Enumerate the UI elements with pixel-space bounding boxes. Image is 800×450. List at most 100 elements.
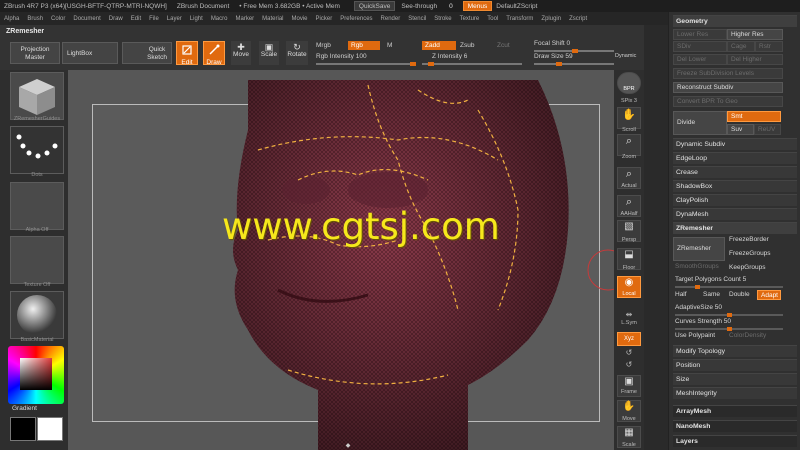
divide-button[interactable]: Divide bbox=[673, 111, 727, 135]
target-polygons-slider[interactable] bbox=[675, 285, 783, 289]
menu-texture[interactable]: Texture bbox=[456, 16, 484, 22]
menus-button[interactable]: Menus bbox=[462, 1, 493, 11]
adaptive-size-label[interactable]: AdaptiveSize 50 bbox=[675, 304, 722, 311]
higher-res-button[interactable]: Higher Res bbox=[727, 29, 783, 40]
position-section[interactable]: Position bbox=[673, 359, 797, 371]
adapt-toggle[interactable]: Adapt bbox=[757, 290, 781, 300]
rgb-intensity-slider[interactable] bbox=[316, 62, 416, 66]
zsub-toggle[interactable]: Zsub bbox=[460, 42, 474, 49]
bottom-scroll-indicator[interactable]: ◆ bbox=[338, 442, 358, 449]
modify-topology-section[interactable]: Modify Topology bbox=[673, 345, 797, 357]
dynamic-subdiv-section[interactable]: Dynamic Subdiv bbox=[673, 138, 797, 150]
edgeloop-section[interactable]: EdgeLoop bbox=[673, 152, 797, 164]
see-through-value[interactable]: 0 bbox=[449, 3, 453, 10]
xyz-button[interactable]: Xyz bbox=[617, 332, 641, 346]
head-model[interactable] bbox=[68, 70, 614, 450]
rgb-intensity-slider-label[interactable]: Rgb Intensity 100 bbox=[316, 53, 367, 60]
menu-brush[interactable]: Brush bbox=[23, 16, 47, 22]
draw-button[interactable]: Draw bbox=[203, 41, 225, 66]
texture-selector[interactable] bbox=[10, 236, 64, 284]
z-intensity-slider-label[interactable]: Z Intensity 6 bbox=[432, 53, 467, 60]
material-selector[interactable] bbox=[10, 291, 64, 339]
projection-master-button[interactable]: Projection Master bbox=[10, 42, 60, 64]
alpha-selector[interactable] bbox=[10, 182, 64, 230]
curves-strength-knob[interactable] bbox=[727, 327, 732, 331]
brush-selector[interactable] bbox=[10, 72, 64, 120]
secondary-color-swatch[interactable] bbox=[10, 417, 36, 441]
lower-res-button[interactable]: Lower Res bbox=[673, 29, 727, 40]
move-button[interactable]: ✚ Move bbox=[231, 41, 251, 65]
focal-shift-slider[interactable] bbox=[534, 49, 614, 53]
stroke-selector[interactable] bbox=[10, 126, 64, 174]
quicksave-button[interactable]: QuickSave bbox=[353, 1, 396, 11]
curves-strength-label[interactable]: Curves Strength 50 bbox=[675, 318, 731, 325]
curves-strength-slider[interactable] bbox=[675, 327, 783, 331]
spix-label[interactable]: SPix 3 bbox=[614, 98, 644, 104]
color-density-slider[interactable]: ColorDensity bbox=[729, 332, 766, 339]
menu-render[interactable]: Render bbox=[377, 16, 405, 22]
menu-movie[interactable]: Movie bbox=[288, 16, 312, 22]
menu-file[interactable]: File bbox=[145, 16, 163, 22]
cage-button[interactable]: Cage bbox=[727, 41, 755, 52]
sdiv-slider[interactable]: SDiv bbox=[673, 41, 727, 52]
menu-light[interactable]: Light bbox=[186, 16, 207, 22]
convert-bpr-button[interactable]: Convert BPR To Geo bbox=[673, 96, 783, 107]
color-picker[interactable] bbox=[8, 346, 64, 404]
freeze-border-toggle[interactable]: FreezeBorder bbox=[729, 236, 769, 243]
zoom-button[interactable]: ⌕ bbox=[617, 134, 641, 156]
default-zscript-button[interactable]: DefaultZScript bbox=[496, 3, 537, 10]
geometry-section-header[interactable]: Geometry bbox=[673, 15, 797, 27]
menu-stencil[interactable]: Stencil bbox=[404, 16, 430, 22]
menu-layer[interactable]: Layer bbox=[163, 16, 186, 22]
meshintegrity-section[interactable]: MeshIntegrity bbox=[673, 387, 797, 399]
gradient-label[interactable]: Gradient bbox=[12, 405, 37, 412]
edit-button[interactable]: Edit bbox=[176, 41, 198, 66]
draw-size-knob[interactable] bbox=[556, 62, 562, 66]
draw-size-slider[interactable] bbox=[534, 62, 614, 66]
scale-button[interactable]: ▣ Scale bbox=[259, 41, 279, 65]
dynamic-toggle[interactable]: Dynamic bbox=[615, 53, 636, 59]
menu-color[interactable]: Color bbox=[47, 16, 69, 22]
menu-document[interactable]: Document bbox=[69, 16, 104, 22]
half-button[interactable]: Half bbox=[675, 291, 687, 298]
reuv-toggle[interactable]: ReUV bbox=[754, 124, 781, 135]
z-intensity-knob[interactable] bbox=[428, 62, 434, 66]
menu-material[interactable]: Material bbox=[258, 16, 287, 22]
adaptive-size-knob[interactable] bbox=[727, 313, 732, 317]
rgb-toggle[interactable]: Rgb bbox=[348, 41, 380, 50]
menu-zscript[interactable]: Zscript bbox=[565, 16, 591, 22]
quick-sketch-button[interactable]: Quick Sketch bbox=[122, 42, 172, 64]
scroll-button[interactable]: ✋ bbox=[617, 107, 641, 129]
rotate-axis-icon[interactable]: ↺ bbox=[614, 348, 644, 357]
same-button[interactable]: Same bbox=[703, 291, 720, 298]
rotate-button[interactable]: ↻ Rotate bbox=[286, 41, 308, 65]
menu-alpha[interactable]: Alpha bbox=[0, 16, 23, 22]
mrgb-toggle[interactable]: Mrgb bbox=[316, 42, 331, 49]
zcut-toggle[interactable]: Zcut bbox=[497, 42, 510, 49]
zremesher-button[interactable]: ZRemesher bbox=[673, 237, 725, 261]
menu-picker[interactable]: Picker bbox=[312, 16, 337, 22]
rgb-intensity-knob[interactable] bbox=[410, 62, 416, 66]
menu-stroke[interactable]: Stroke bbox=[430, 16, 455, 22]
menu-tool[interactable]: Tool bbox=[483, 16, 502, 22]
menu-marker[interactable]: Marker bbox=[231, 16, 258, 22]
layers-section[interactable]: Layers bbox=[673, 435, 797, 447]
dynamesh-section[interactable]: DynaMesh bbox=[673, 208, 797, 220]
target-polygons-slider-label[interactable]: Target Polygons Count 5 bbox=[675, 276, 746, 283]
reconstruct-subdiv-button[interactable]: Reconstruct Subdiv bbox=[673, 82, 783, 93]
size-section[interactable]: Size bbox=[673, 373, 797, 385]
zadd-toggle[interactable]: Zadd bbox=[422, 41, 456, 50]
menu-draw[interactable]: Draw bbox=[105, 16, 127, 22]
adaptive-size-slider[interactable] bbox=[675, 313, 783, 317]
primary-color-swatch[interactable] bbox=[37, 417, 63, 441]
lsym-label[interactable]: L.Sym bbox=[614, 320, 644, 326]
double-button[interactable]: Double bbox=[729, 291, 750, 298]
z-intensity-slider[interactable] bbox=[422, 62, 522, 66]
color-picker-square[interactable] bbox=[20, 358, 52, 390]
keep-groups-toggle[interactable]: KeepGroups bbox=[729, 264, 766, 271]
freeze-groups-toggle[interactable]: FreezeGroups bbox=[729, 250, 771, 257]
nanomesh-section[interactable]: NanoMesh bbox=[673, 420, 797, 432]
shadowbox-section[interactable]: ShadowBox bbox=[673, 180, 797, 192]
menu-preferences[interactable]: Preferences bbox=[336, 16, 376, 22]
claypolish-section[interactable]: ClayPolish bbox=[673, 194, 797, 206]
